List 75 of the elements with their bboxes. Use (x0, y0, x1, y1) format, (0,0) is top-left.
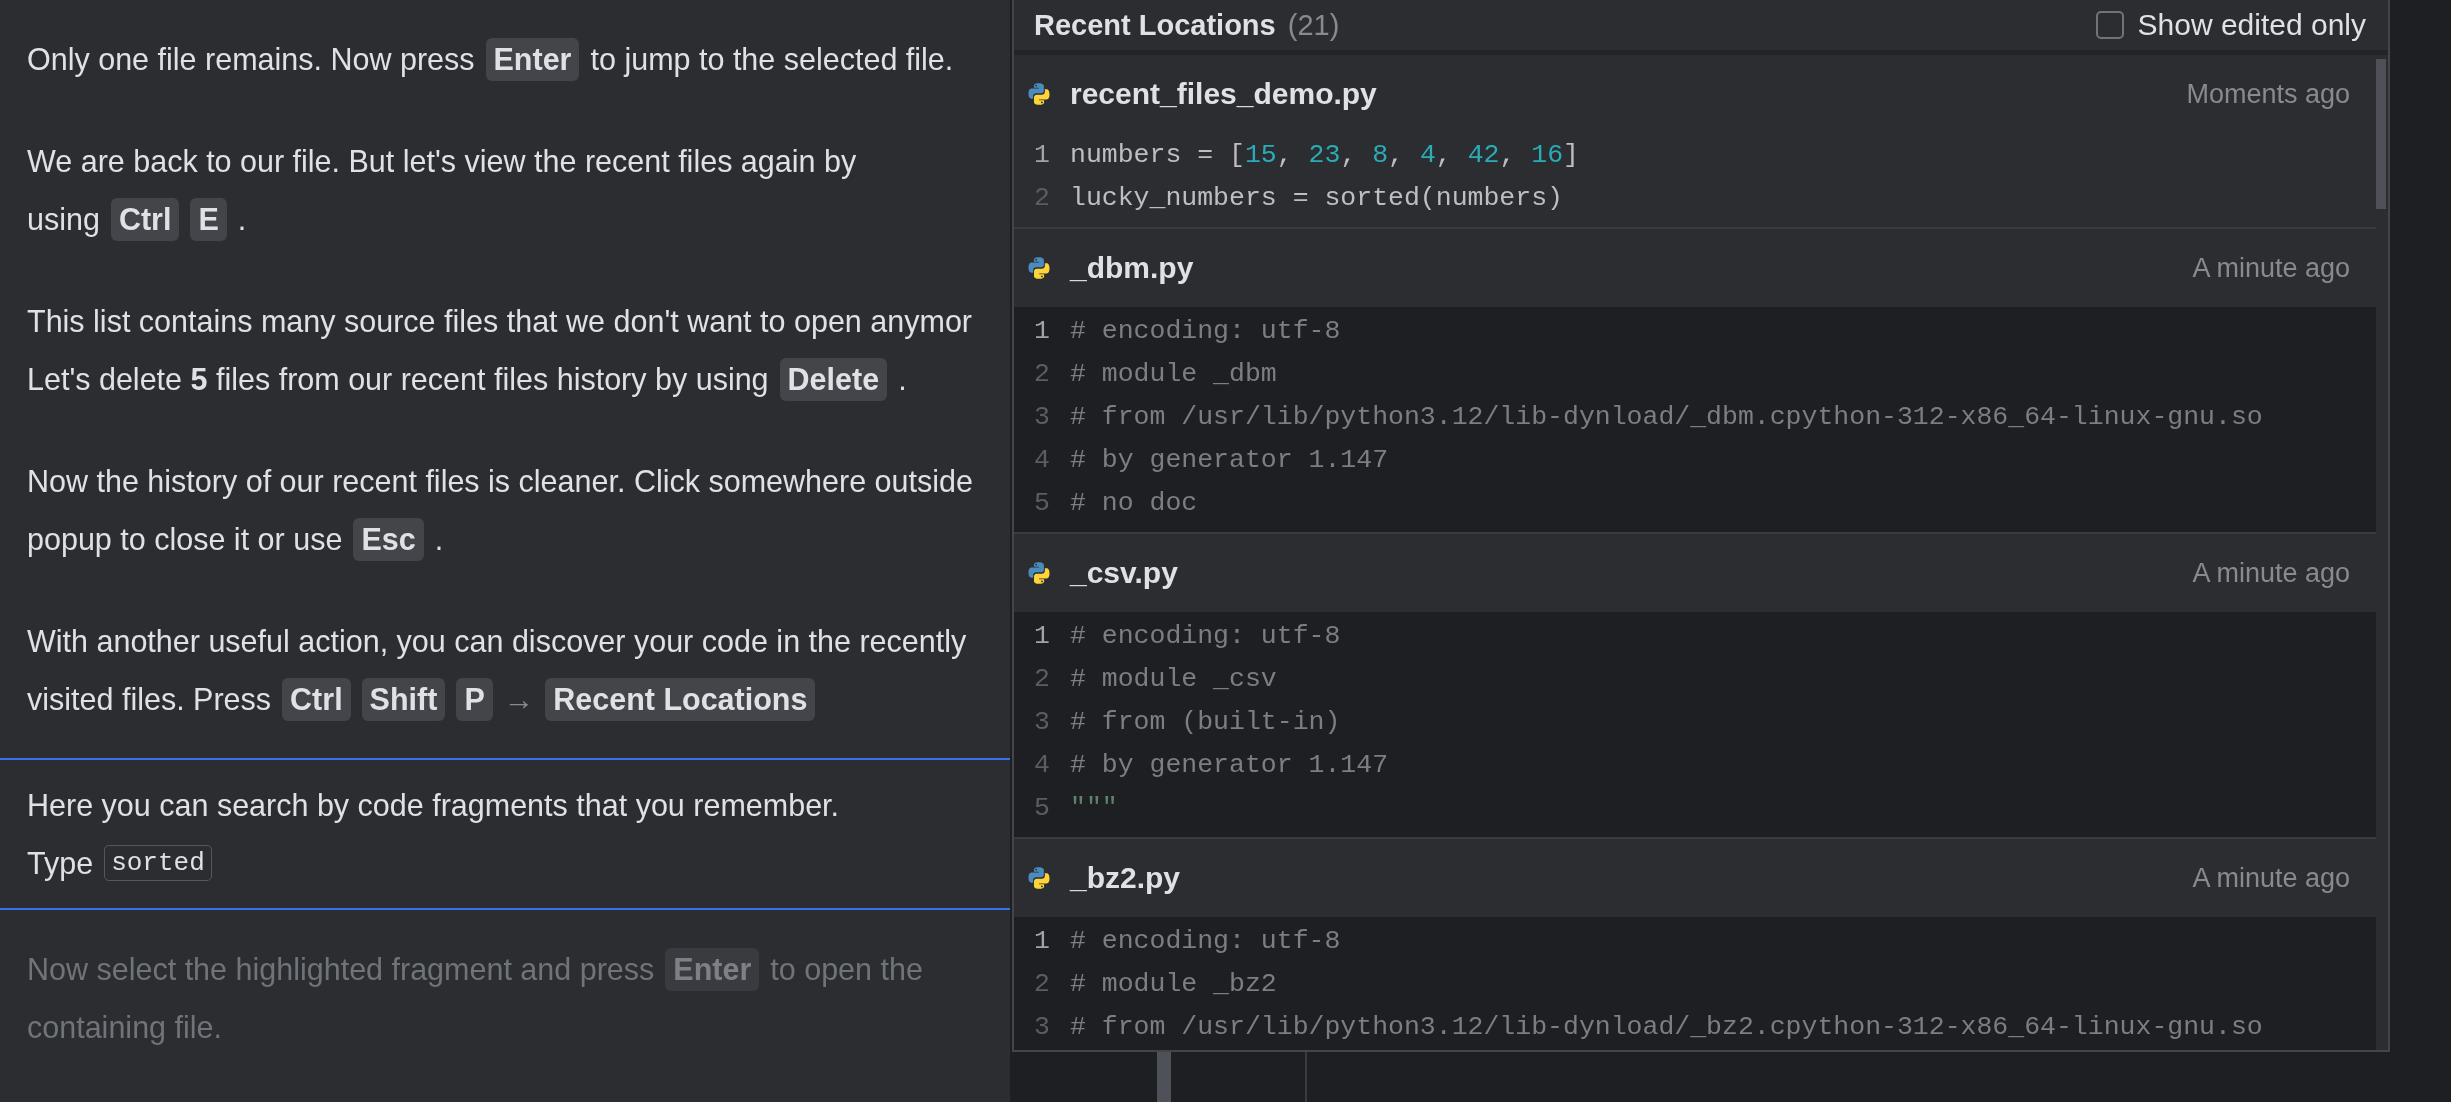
location-count: (21) (1287, 8, 1340, 42)
code-line: # encoding: utf-8 (1070, 620, 1341, 651)
visit-time: Moments ago (2186, 78, 2350, 110)
instruction-text: popup to close it or use (27, 521, 343, 557)
instruction-text: Only one file remains. Now press (27, 41, 475, 77)
shortcut-key: P (456, 677, 493, 721)
code-line: # no doc (1070, 487, 1198, 518)
visit-time: A minute ago (2192, 557, 2350, 589)
instruction-text: . (898, 361, 907, 397)
code-line: # by generator 1.147 (1070, 444, 1389, 475)
instruction-text: . (434, 521, 444, 557)
code-line: # from (built-in) (1070, 706, 1341, 737)
shortcut-key: Delete (779, 357, 888, 401)
python-file-icon (1026, 81, 1052, 107)
shortcut-key: E (190, 197, 227, 241)
code-snippet: sorted (104, 845, 212, 881)
line-number: 4 (1033, 749, 1051, 780)
instruction-text: containing file. (27, 1009, 222, 1045)
line-number: 1 (1033, 139, 1051, 170)
instruction-text: Now select the highlighted fragment and press (27, 951, 655, 987)
line-number: 3 (1033, 1011, 1051, 1042)
instruction-text: Let's delete 5 files from our recent files history by using (27, 361, 769, 397)
shortcut-key: Ctrl (110, 197, 180, 241)
python-file-icon (1026, 865, 1052, 891)
scrollbar-thumb[interactable] (2376, 59, 2386, 209)
popup-title: Recent Locations (1034, 8, 1276, 42)
line-number: 3 (1033, 706, 1051, 737)
code-line: # module _dbm (1070, 358, 1277, 389)
instruction-text: This list contains many source files that we don't want to open anymor (27, 303, 972, 339)
line-number: 2 (1033, 663, 1051, 694)
line-number: 5 (1033, 487, 1051, 518)
instruction-text: . (237, 201, 247, 237)
code-line: # encoding: utf-8 (1070, 925, 1341, 956)
visit-time: A minute ago (2192, 862, 2350, 894)
visit-time: A minute ago (2192, 252, 2350, 284)
code-line: # module _bz2 (1070, 968, 1277, 999)
line-number: 2 (1033, 358, 1051, 389)
code-line: # from /usr/lib/python3.12/lib-dynload/_dbm.cpython-312-x86_64-linux-gnu.so (1070, 401, 2263, 432)
code-line: # by generator 1.147 (1070, 749, 1389, 780)
code-line: lucky_numbers = sorted(numbers) (1070, 182, 1563, 213)
line-number: 1 (1033, 620, 1051, 651)
file-name: _bz2.py (1070, 861, 1181, 895)
shortcut-key: Ctrl (282, 677, 351, 721)
shortcut-key: Enter (485, 37, 580, 81)
code-line: # encoding: utf-8 (1070, 315, 1341, 346)
show-edited-checkbox[interactable]: Show edited only (2095, 8, 2366, 42)
code-line: """ (1070, 792, 1118, 823)
instruction-text: to open the (770, 951, 923, 987)
line-number: 4 (1033, 444, 1051, 475)
instruction-text: Now the history of our recent files is cleaner. Click somewhere outside (27, 463, 973, 499)
code-line: # module _csv (1070, 663, 1277, 694)
instruction-text: to jump to the selected file. (590, 41, 954, 77)
shortcut-key: Shift (361, 677, 446, 721)
line-number: 2 (1033, 968, 1051, 999)
shortcut-key: Recent Locations (545, 677, 816, 721)
arrow-text: → (503, 681, 535, 717)
file-name: _csv.py (1070, 556, 1178, 590)
file-name: recent_files_demo.py (1070, 77, 1377, 111)
shortcut-key: Esc (353, 517, 424, 561)
line-number: 5 (1033, 792, 1051, 823)
instruction-text: With another useful action, you can discover your code in the recently (27, 623, 967, 659)
code-line: # from /usr/lib/python3.12/lib-dynload/_bz2.cpython-312-x86_64-linux-gnu.so (1070, 1011, 2263, 1042)
line-number: 3 (1033, 401, 1051, 432)
line-number: 1 (1033, 315, 1051, 346)
instruction-text: Type (27, 845, 94, 881)
instruction-text: visited files. Press (27, 681, 272, 717)
instruction-text: We are back to our file. But let's view the recent files again by (27, 143, 857, 179)
instruction-text: using (27, 201, 100, 237)
file-name: _dbm.py (1070, 251, 1194, 285)
shortcut-key: Enter (665, 947, 760, 991)
python-file-icon (1026, 255, 1052, 281)
python-file-icon (1026, 560, 1052, 586)
code-line: numbers = [15, 23, 8, 4, 42, 16] (1070, 139, 1579, 170)
instruction-text: Here you can search by code fragments that you remember. (27, 787, 840, 823)
line-number: 1 (1033, 925, 1051, 956)
